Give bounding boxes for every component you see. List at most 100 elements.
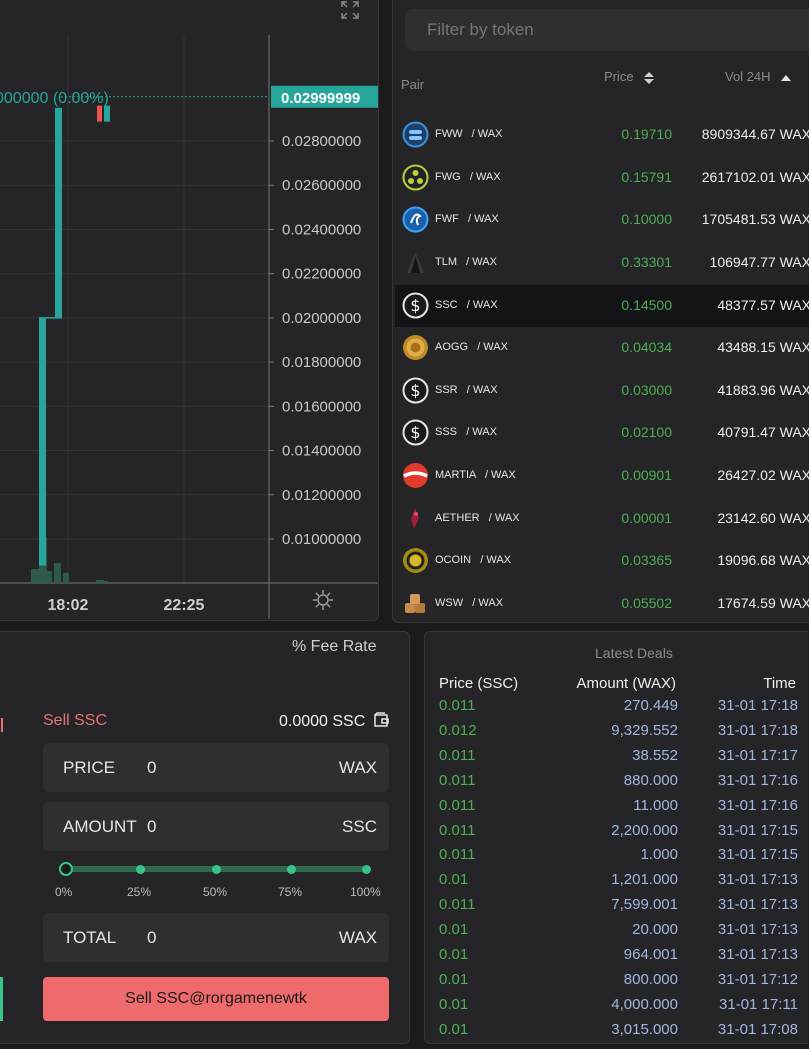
deal-time: 31-01 17:13 xyxy=(717,871,798,889)
sell-amount-field[interactable]: AMOUNT 0 SSC xyxy=(43,802,389,851)
slider-handle[interactable] xyxy=(59,862,73,876)
fww-icon xyxy=(402,121,429,148)
filter-token-input[interactable] xyxy=(405,9,809,51)
volume-column-header[interactable]: Vol 24H xyxy=(725,69,792,84)
candle-bar[interactable] xyxy=(97,105,102,122)
pair-row-martia[interactable]: MARTIA / WAX 0.00901 26427.02 WAX xyxy=(395,455,809,497)
balance-value: 0.0000 SSC xyxy=(279,713,366,730)
x-tick-label: 22:25 xyxy=(164,597,205,614)
pair-row-tlm[interactable]: TLM / WAX 0.33301 106947.77 WAX xyxy=(395,242,809,284)
aogg-icon xyxy=(402,334,429,361)
pair-row-wsw[interactable]: WSW / WAX 0.05502 17674.59 WAX xyxy=(395,583,809,622)
pair-row-fww[interactable]: FWW / WAX 0.19710 8909344.67 WAX xyxy=(395,114,809,156)
sort-desc-icon[interactable] xyxy=(780,74,792,82)
sell-title: Sell SSC xyxy=(43,712,108,729)
sell-price-field[interactable]: PRICE 0 WAX xyxy=(43,743,389,792)
deal-time: 31-01 17:12 xyxy=(717,970,798,988)
deal-time: 31-01 17:15 xyxy=(717,821,798,839)
volume-bar xyxy=(63,573,69,583)
pair-name: SSC / WAX xyxy=(435,299,498,311)
pair-row-aogg[interactable]: AOGG / WAX 0.04034 43488.15 WAX xyxy=(395,327,809,369)
buy-label-edge xyxy=(0,718,3,732)
slider-stop-75[interactable] xyxy=(287,865,296,874)
pair-price: 0.03000 xyxy=(621,382,672,398)
total-field-value[interactable]: 0 xyxy=(147,928,156,948)
deal-amount: 964.001 xyxy=(623,946,678,963)
price-field-unit: WAX xyxy=(338,758,377,777)
candle-bar[interactable] xyxy=(39,317,46,566)
deals-price-header: Price (SSC) xyxy=(439,675,519,692)
pair-row-ocoin[interactable]: OCOIN / WAX 0.03365 19096.68 WAX xyxy=(395,540,809,582)
slider-tick-label: 50% xyxy=(203,885,228,899)
pair-volume: 1705481.53 WAX xyxy=(701,211,809,227)
dollar-icon: $ xyxy=(402,292,429,319)
ohlc-change-label: 000000 (0.00%) xyxy=(0,90,109,107)
pair-volume: 2617102.01 WAX xyxy=(701,169,809,185)
total-field-label: TOTAL xyxy=(63,928,117,947)
deal-amount: 38.552 xyxy=(632,746,678,764)
pair-name: SSR / WAX xyxy=(435,384,498,396)
deal-time: 31-01 17:13 xyxy=(717,896,798,914)
deal-row: 0.011 2,200.000 31-01 17:15 xyxy=(425,822,809,846)
slider-tick-label: 25% xyxy=(127,885,152,899)
amount-field-label: AMOUNT xyxy=(63,817,137,836)
settings-icon[interactable] xyxy=(312,589,334,611)
price-chart-panel[interactable]: 0.02800000 0.02600000 0.02400000 0.02200000… xyxy=(0,0,379,621)
pair-row-aether[interactable]: AETHER / WAX 0.00001 23142.60 WAX xyxy=(395,498,809,540)
deal-row: 0.011 880.000 31-01 17:16 xyxy=(425,772,809,796)
deal-time: 31-01 17:17 xyxy=(717,746,798,764)
amount-field-unit: SSC xyxy=(342,817,377,836)
slider-stop-100[interactable] xyxy=(362,865,371,874)
price-column-header[interactable]: Price xyxy=(604,69,655,85)
deal-time: 31-01 17:16 xyxy=(717,771,798,789)
pair-row-fwg[interactable]: FWG / WAX 0.15791 2617102.01 WAX xyxy=(395,157,809,199)
volume-bar xyxy=(96,580,104,583)
deal-row: 0.01 964.001 31-01 17:13 xyxy=(425,946,809,970)
deal-price: 0.01 xyxy=(439,921,469,939)
slider-stop-25[interactable] xyxy=(136,865,145,874)
deal-amount: 11.000 xyxy=(633,796,678,814)
svg-text:$: $ xyxy=(410,381,420,400)
pair-price: 0.00901 xyxy=(621,467,672,483)
buy-button-edge[interactable] xyxy=(0,977,3,1021)
volume-bar xyxy=(104,581,108,583)
pair-name: WSW / WAX xyxy=(435,597,504,609)
slider-tick-label: 0% xyxy=(55,885,73,899)
slider-stop-50[interactable] xyxy=(212,865,221,874)
pair-row-fwf[interactable]: FWF / WAX 0.10000 1705481.53 WAX xyxy=(395,199,809,241)
candle-bar[interactable] xyxy=(55,107,62,318)
price-field-value[interactable]: 0 xyxy=(147,758,156,778)
volume-bar xyxy=(54,563,61,583)
deal-time: 31-01 17:13 xyxy=(717,946,798,963)
deal-price: 0.01 xyxy=(439,970,469,988)
pair-row-sss[interactable]: $ SSS / WAX 0.02100 40791.47 WAX xyxy=(395,412,809,454)
pair-row-ssc[interactable]: $ SSC / WAX 0.14500 48377.57 WAX xyxy=(395,285,809,327)
candle-bar[interactable] xyxy=(104,105,110,122)
sort-icon[interactable] xyxy=(643,71,655,85)
amount-field-value[interactable]: 0 xyxy=(147,817,156,837)
wallet-icon[interactable] xyxy=(373,712,391,728)
deal-price: 0.011 xyxy=(439,771,476,789)
deal-time: 31-01 17:15 xyxy=(717,846,798,864)
pair-volume: 8909344.67 WAX xyxy=(701,126,809,142)
aether-icon xyxy=(402,505,429,532)
pair-name: OCOIN / WAX xyxy=(435,554,511,566)
amount-slider[interactable] xyxy=(59,862,371,876)
deal-amount: 1,201.000 xyxy=(611,871,678,889)
deal-price: 0.01 xyxy=(439,871,469,889)
deal-time: 31-01 17:18 xyxy=(717,697,798,714)
deal-price: 0.011 xyxy=(439,697,476,714)
candlestick-chart[interactable]: 0.02800000 0.02600000 0.02400000 0.02200000… xyxy=(0,0,379,621)
sell-button[interactable]: Sell SSC@rorgamenewtk xyxy=(43,977,389,1021)
fee-rate-label[interactable]: % Fee Rate xyxy=(292,638,376,656)
pair-name: FWF / WAX xyxy=(435,213,499,225)
sell-total-field[interactable]: TOTAL 0 WAX xyxy=(43,913,389,962)
pair-name: AOGG / WAX xyxy=(435,341,508,353)
fullscreen-icon[interactable] xyxy=(340,0,360,20)
y-tick-label: 0.02800000 xyxy=(282,133,361,150)
latest-deals-title: Latest Deals xyxy=(595,645,673,661)
pair-volume: 106947.77 WAX xyxy=(709,254,809,270)
price-field-label: PRICE xyxy=(63,758,115,777)
deal-price: 0.011 xyxy=(439,746,476,764)
pair-row-ssr[interactable]: $ SSR / WAX 0.03000 41883.96 WAX xyxy=(395,370,809,412)
